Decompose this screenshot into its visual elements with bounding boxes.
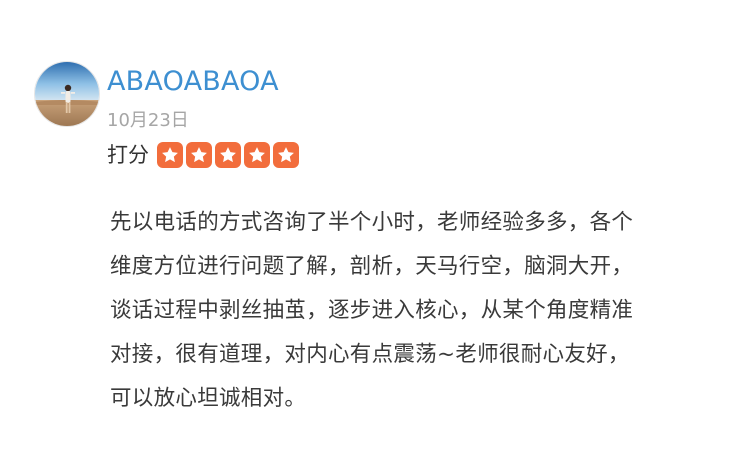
review-text-line: 维度方位进行问题了解，剖析，天马行空，脑洞大开， (110, 254, 634, 279)
review-text-line: 可以放心坦诚相对。 (110, 386, 307, 411)
review-content: 先以电话的方式咨询了半个小时，老师经验多多，各个 维度方位进行问题了解，剖析，天… (110, 201, 710, 421)
star-icon (157, 142, 183, 168)
review-text-line: 先以电话的方式咨询了半个小时，老师经验多多，各个 (110, 210, 634, 235)
rating-label: 打分 (107, 143, 149, 167)
star-icon (215, 142, 241, 168)
review-text-line: 谈话过程中剥丝抽茧，逐步进入核心，从某个角度精准 (110, 298, 634, 323)
avatar[interactable] (34, 61, 100, 127)
star-rating (157, 142, 299, 168)
review-text-line: 对接，很有道理，对内心有点震荡~老师很耐心友好， (110, 342, 630, 367)
rating-row: 打分 (107, 140, 299, 170)
star-icon (244, 142, 270, 168)
avatar-photo (35, 62, 99, 126)
username[interactable]: ABAOABAOA (107, 66, 279, 98)
review-date: 10月23日 (107, 110, 189, 131)
star-icon (186, 142, 212, 168)
star-icon (273, 142, 299, 168)
review-card: ABAOABAOA 10月23日 打分 先以电话的方式咨询了半个小时，老师经验多… (0, 0, 750, 464)
